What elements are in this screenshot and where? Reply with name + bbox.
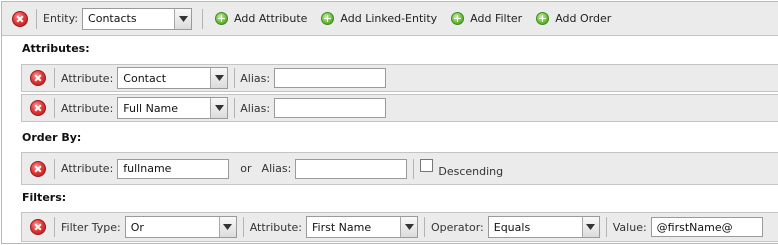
add-icon [536,12,550,25]
chevron-down-icon[interactable] [400,217,417,237]
separator [234,68,236,88]
chevron-down-icon[interactable] [581,217,599,237]
operator-value: Equals [493,220,531,234]
attribute-row: Attribute: Full Name Alias: [21,94,778,122]
filter-type-label: Filter Type: [61,220,121,234]
chevron-down-icon[interactable] [174,8,192,29]
attribute-select[interactable]: Contact [117,67,229,89]
add-filter-button[interactable]: Add Filter [451,12,522,25]
entity-select[interactable]: Contacts [82,7,193,30]
chevron-down-icon[interactable] [210,68,228,88]
order-by-heading: Order By: [22,131,82,144]
attribute-label: Attribute: [61,101,114,115]
add-order-button[interactable]: Add Order [536,12,611,25]
attribute-select-value: Full Name [123,101,179,115]
separator [202,8,204,29]
add-icon [321,12,335,25]
separator [54,158,55,179]
filter-type-value: Or [130,220,144,234]
entity-label: Entity: [43,12,79,25]
entity-select-value: Contacts [88,12,137,25]
attribute-select-value: Contact [123,71,167,85]
value-label: Value: [612,220,647,234]
alias-label: Alias: [240,71,271,85]
add-linked-entity-button[interactable]: Add Linked-Entity [321,12,437,25]
order-alias-input[interactable] [295,158,408,179]
attribute-select[interactable]: Full Name [117,97,229,119]
chevron-down-icon[interactable] [218,217,236,237]
add-linked-entity-label: Add Linked-Entity [340,12,438,25]
separator [54,98,55,118]
descending-checkbox[interactable] [420,159,434,172]
add-attribute-label: Add Attribute [234,12,308,25]
attributes-heading: Attributes: [22,42,90,55]
operator-label: Operator: [431,220,484,234]
alias-input[interactable] [274,98,387,118]
alias-label: Alias: [240,101,271,115]
entity-toolbar: Entity: Contacts Add Attribute Add Linke… [2,2,778,36]
attribute-row: Attribute: Contact Alias: [21,64,778,92]
delete-order-icon[interactable] [30,160,46,177]
filter-value-input[interactable]: @firstName@ [650,217,763,237]
filters-heading: Filters: [22,191,67,204]
operator-select[interactable]: Equals [487,216,600,238]
alias-input[interactable] [274,68,387,88]
filter-attribute-label: Attribute: [249,220,302,234]
delete-entity-icon[interactable] [12,10,28,27]
separator [242,217,244,237]
filter-attribute-value: First Name [312,220,372,234]
delete-attribute-icon[interactable] [30,100,46,116]
order-attribute-input[interactable]: fullname [117,158,230,179]
chevron-down-icon[interactable] [210,98,228,118]
filter-attribute-select[interactable]: First Name [306,216,418,238]
add-order-label: Add Order [555,12,612,25]
separator [36,8,37,29]
separator [234,98,236,118]
query-builder-panel: Entity: Contacts Add Attribute Add Linke… [1,1,778,244]
order-alias-label: Alias: [261,162,292,175]
add-icon [215,12,229,25]
delete-attribute-icon[interactable] [30,70,46,86]
separator [413,158,415,179]
separator [605,217,607,237]
separator [424,217,425,237]
add-filter-label: Add Filter [470,12,523,25]
filter-type-select[interactable]: Or [124,216,237,238]
filter-row: Filter Type: Or Attribute: First Name Op… [21,212,778,242]
attribute-label: Attribute: [61,71,114,85]
add-attribute-button[interactable]: Add Attribute [215,12,307,25]
descending-label: Descending [438,164,504,178]
order-attribute-label: Attribute: [61,162,114,175]
separator [54,217,55,237]
separator [54,68,55,88]
delete-filter-icon[interactable] [30,219,46,235]
order-row: Attribute: fullname or Alias: Descending [21,152,778,185]
or-text: or [240,162,252,175]
add-icon [451,12,465,25]
